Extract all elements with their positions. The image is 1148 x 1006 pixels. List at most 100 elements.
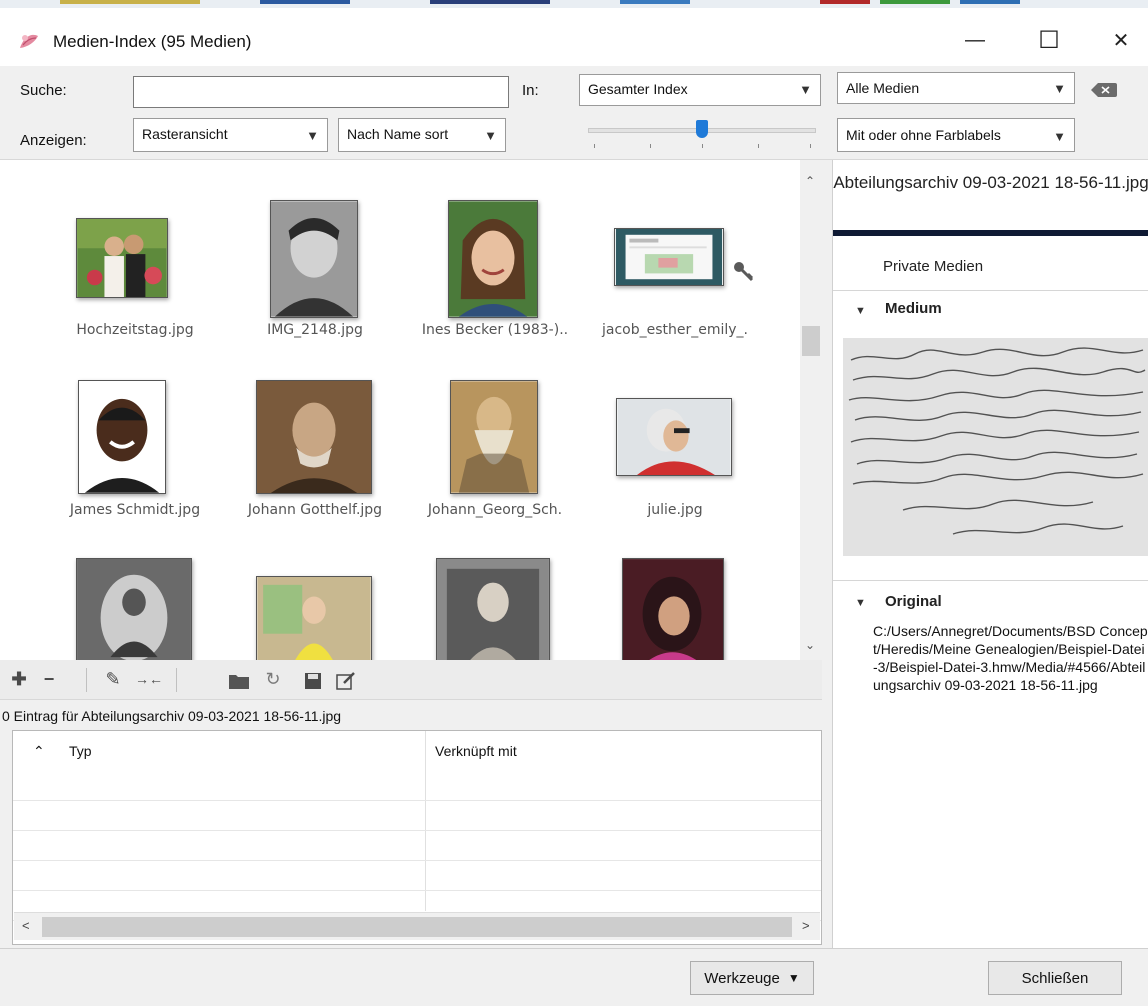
sort-ascending-icon[interactable]: ⌃ xyxy=(33,731,45,771)
thumbnail-caption: Johann_Georg_Sch. xyxy=(427,502,563,518)
plus-icon[interactable]: ✚ xyxy=(8,668,30,690)
grid-item[interactable]: Hochzeitstag.jpg xyxy=(50,160,220,350)
media-filter-select[interactable]: Alle Medien ▼ xyxy=(837,72,1075,104)
table-row[interactable] xyxy=(13,801,821,831)
pencil-icon[interactable]: ✎ xyxy=(102,668,124,690)
chevron-down-icon: ▼ xyxy=(799,82,812,97)
in-label: In: xyxy=(522,82,539,99)
chevron-down-icon: ▼ xyxy=(1053,81,1066,96)
thumbnail-image xyxy=(436,558,550,660)
media-title: Abteilungsarchiv 09-03-2021 18-56-11.jpg xyxy=(833,173,1148,192)
scrollbar-thumb[interactable] xyxy=(802,326,820,356)
grid-item[interactable]: Johann_Georg_Sch. xyxy=(410,340,580,530)
medium-section-label[interactable]: Medium xyxy=(885,300,942,317)
grid-item[interactable]: James Schmidt.jpg xyxy=(50,340,220,530)
sort-select[interactable]: Nach Name sort ▼ xyxy=(338,118,506,152)
minus-icon[interactable]: − xyxy=(38,668,60,690)
collapse-original-icon[interactable]: ▼ xyxy=(855,597,866,609)
edit-icon[interactable] xyxy=(336,672,356,690)
view-select[interactable]: Rasteransicht ▼ xyxy=(133,118,328,152)
scope-select[interactable]: Gesamter Index ▼ xyxy=(579,74,821,106)
thumbnail-image xyxy=(614,228,724,286)
tools-menu-button[interactable]: Werkzeuge ▼ xyxy=(690,961,814,995)
media-grid: Hochzeitstag.jpg IMG_2148.jpg Ines Becke… xyxy=(0,160,822,660)
chevron-down-icon: ▼ xyxy=(787,971,800,985)
thumbnail-image xyxy=(256,576,372,660)
grid-item[interactable] xyxy=(230,520,400,660)
thumbnail-caption: James Schmidt.jpg xyxy=(69,502,201,518)
bottom-bar: Werkzeuge ▼ Schließen xyxy=(0,948,1148,1006)
slider-tick xyxy=(810,144,811,148)
scroll-down-icon[interactable]: ⌄ xyxy=(805,638,815,652)
table-horizontal-scrollbar[interactable]: < > xyxy=(14,912,820,940)
thumbnail-caption: Hochzeitstag.jpg xyxy=(76,322,194,338)
media-detail-panel: Abteilungsarchiv 09-03-2021 18-56-11.jpg… xyxy=(832,160,1148,948)
key-icon xyxy=(734,262,754,282)
thumbnail-caption: julie.jpg xyxy=(647,502,703,518)
divider xyxy=(86,668,87,692)
window-title: Medien-Index (95 Medien) xyxy=(53,32,252,51)
chevron-down-icon: ▼ xyxy=(484,128,497,143)
close-button[interactable]: Schließen xyxy=(988,961,1122,995)
grid-item[interactable] xyxy=(590,520,760,660)
slider-tick xyxy=(650,144,651,148)
grid-item[interactable]: jacob_esther_emily_. xyxy=(590,160,760,350)
slider-tick xyxy=(594,144,595,148)
thumbnail-image xyxy=(78,380,166,494)
thumbnail-image xyxy=(270,200,358,318)
thumbnail-caption: jacob_esther_emily_. xyxy=(601,322,749,338)
view-select-value: Rasteransicht xyxy=(142,126,228,142)
search-label: Suche: xyxy=(20,82,67,99)
scroll-right-icon[interactable]: > xyxy=(802,918,810,933)
grid-item[interactable]: Johann Gotthelf.jpg xyxy=(230,340,400,530)
divider xyxy=(833,580,1148,581)
show-label: Anzeigen: xyxy=(20,132,87,149)
scrollbar-thumb[interactable] xyxy=(42,917,792,937)
divider xyxy=(176,668,177,692)
chevron-down-icon: ▼ xyxy=(1053,129,1066,144)
grid-scrollbar[interactable]: ⌃ ⌄ xyxy=(800,160,822,660)
scroll-left-icon[interactable]: < xyxy=(22,918,30,933)
grid-item[interactable]: IMG_2148.jpg xyxy=(230,160,400,350)
thumbnail-image xyxy=(448,200,538,318)
refresh-icon[interactable]: ↻ xyxy=(262,668,284,690)
scroll-up-icon[interactable]: ⌃ xyxy=(805,174,815,188)
grid-item[interactable]: Ines Becker (1983-).. xyxy=(410,160,580,350)
grid-item[interactable]: julie.jpg xyxy=(590,340,760,530)
collapse-medium-icon[interactable]: ▼ xyxy=(855,305,866,317)
thumbnail-image xyxy=(450,380,538,494)
grid-item[interactable] xyxy=(50,520,220,660)
thumbnail-image xyxy=(256,380,372,494)
slider-tick xyxy=(758,144,759,148)
thumbnail-size-slider[interactable] xyxy=(588,120,816,150)
sort-select-value: Nach Name sort xyxy=(347,126,449,142)
table-row[interactable] xyxy=(13,771,821,801)
close-window-button[interactable]: ✕ xyxy=(1098,22,1144,58)
table-row[interactable] xyxy=(13,831,821,861)
column-header-type[interactable]: Typ xyxy=(69,731,92,771)
media-preview-image xyxy=(843,338,1148,556)
color-label-select[interactable]: Mit oder ohne Farblabels ▼ xyxy=(837,118,1075,152)
grid-item[interactable] xyxy=(410,520,580,660)
clear-filter-icon[interactable] xyxy=(1090,82,1118,98)
color-label-select-value: Mit oder ohne Farblabels xyxy=(846,127,1001,143)
divider xyxy=(833,290,1148,291)
search-input[interactable] xyxy=(133,76,509,108)
table-row[interactable] xyxy=(13,861,821,891)
filter-toolbar: Suche: In: Gesamter Index ▼ Alle Medien … xyxy=(0,66,1148,160)
thumbnail-image xyxy=(616,398,732,476)
slider-thumb[interactable] xyxy=(696,120,708,138)
thumbnail-caption: IMG_2148.jpg xyxy=(267,322,363,338)
tools-button-label: Werkzeuge xyxy=(704,969,780,987)
media-filter-value: Alle Medien xyxy=(846,80,920,96)
original-section-label[interactable]: Original xyxy=(885,593,942,610)
column-header-linked[interactable]: Verknüpft mit xyxy=(435,731,517,771)
title-bar: Medien-Index (95 Medien) — ☐ ✕ xyxy=(0,0,1148,66)
minimize-button[interactable]: — xyxy=(952,22,998,58)
thumbnail-image xyxy=(76,558,192,660)
media-actions-bar: ✚ − ✎ →← ↻ xyxy=(0,660,822,700)
save-icon[interactable] xyxy=(304,672,322,690)
folder-icon[interactable] xyxy=(228,672,250,690)
maximize-button[interactable]: ☐ xyxy=(1026,22,1072,58)
merge-icon[interactable]: →← xyxy=(135,668,163,690)
